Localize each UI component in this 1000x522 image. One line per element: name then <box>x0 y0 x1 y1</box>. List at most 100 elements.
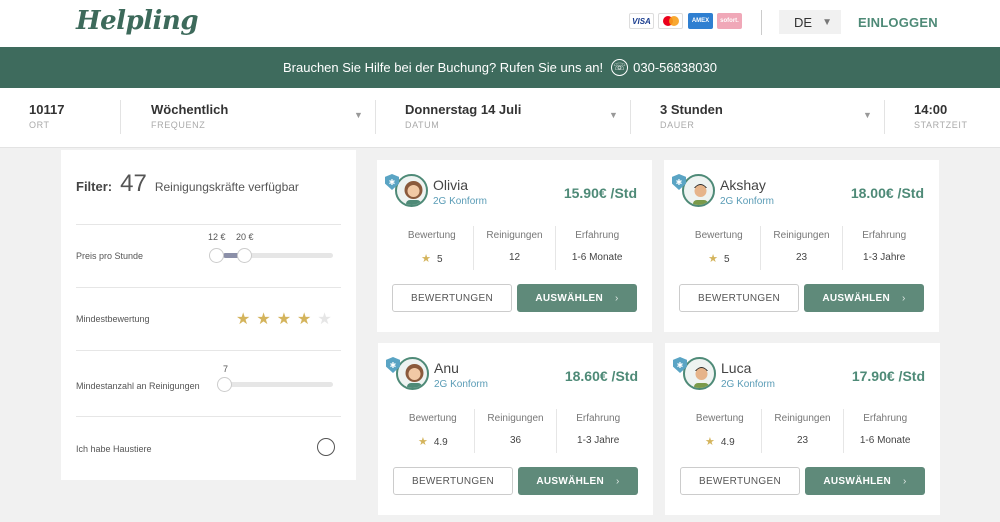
stat-value: ★ 5 <box>678 252 760 265</box>
frequenz-label: FREQUENZ <box>151 120 206 130</box>
chevron-down-icon: ▼ <box>354 110 363 120</box>
stat-label: Bewertung <box>407 230 456 241</box>
cleanings-value: 23 <box>796 435 809 446</box>
stat-value: ★ 5 <box>391 252 473 265</box>
stat-label: Erfahrung <box>862 230 907 241</box>
cleaner-name[interactable]: Luca <box>721 360 751 376</box>
stat-experience: Erfahrung 1-6 Monate <box>555 226 638 270</box>
conformity-badge: 2G Konform <box>720 196 774 207</box>
startzeit-field[interactable]: 14:00 STARTZEIT <box>914 88 994 148</box>
cleaner-name[interactable]: Olivia <box>433 177 468 193</box>
cleaner-name[interactable]: Anu <box>434 360 459 376</box>
helpling-logo[interactable]: Helpling <box>76 6 199 36</box>
stat-rating: Bewertung ★ 4.9 <box>392 409 474 453</box>
hourly-price: 18.60€ /Std <box>564 368 638 384</box>
filter-title: Filter: <box>76 179 113 194</box>
cleaner-stats: Bewertung ★ 4.9 Reinigungen 36 Erfahrung … <box>392 409 639 453</box>
cleaner-card: ✱ Akshay 2G Konform 18.00€ /Std Bewertun… <box>664 160 939 332</box>
dauer-value: 3 Stunden <box>660 102 723 117</box>
available-count-label: Reinigungskräfte verfügbar <box>154 180 299 194</box>
ort-value: 10117 <box>29 102 65 117</box>
help-phone-number[interactable]: 030-56838030 <box>633 60 717 75</box>
star-icon: ★ <box>421 253 431 265</box>
stat-label: Reinigungen <box>773 230 830 241</box>
chevron-right-icon: › <box>902 292 906 304</box>
cleaner-name[interactable]: Akshay <box>720 177 766 193</box>
rating-value: 5 <box>723 254 730 265</box>
dauer-label: DAUER <box>660 120 695 130</box>
avatar <box>682 174 715 207</box>
star-icon[interactable]: ★ <box>317 312 331 328</box>
chevron-down-icon: ▼ <box>609 110 618 120</box>
field-divider <box>630 100 631 134</box>
datum-field[interactable]: Donnerstag 14 Juli DATUM ▼ <box>405 88 620 148</box>
chevron-right-icon: › <box>616 475 620 487</box>
field-divider <box>884 100 885 134</box>
stat-label: Erfahrung <box>576 413 621 424</box>
ort-field[interactable]: 10117 ORT <box>29 88 119 148</box>
stat-rating: Bewertung ★ 5 <box>391 226 473 270</box>
reviews-button[interactable]: BEWERTUNGEN <box>680 467 800 495</box>
sofort-icon: sofort. <box>717 13 742 29</box>
cleaner-card: ✱ Anu 2G Konform 18.60€ /Std Bewertung ★… <box>378 343 653 515</box>
language-select[interactable]: DE ▼ <box>779 10 841 34</box>
rating-value: 4.9 <box>433 437 448 448</box>
reviews-button[interactable]: BEWERTUNGEN <box>393 467 513 495</box>
chevron-down-icon: ▼ <box>822 16 832 28</box>
stat-rating: Bewertung ★ 5 <box>678 226 760 270</box>
rating-value: 4.9 <box>720 437 735 448</box>
rating-stars[interactable]: ★ ★ ★ ★ ★ <box>236 312 338 328</box>
conformity-badge: 2G Konform <box>721 379 775 390</box>
price-max-handle[interactable] <box>237 248 252 263</box>
top-bar: Helpling VISA AMEX sofort. DE ▼ EINLOGGE… <box>0 0 1000 47</box>
stat-experience: Erfahrung 1-3 Jahre <box>842 226 925 270</box>
datum-label: DATUM <box>405 120 440 130</box>
cleanings-slider-handle[interactable] <box>217 377 232 392</box>
stat-label: Bewertung <box>695 413 744 424</box>
frequenz-field[interactable]: Wöchentlich FREQUENZ ▼ <box>151 88 366 148</box>
filter-divider <box>76 416 341 417</box>
cleanings-filter-label: Mindestanzahl an Reinigungen <box>76 381 200 391</box>
stat-value: ★ 4.9 <box>679 435 761 448</box>
select-button-label: AUSWÄHLEN <box>535 292 604 304</box>
select-button[interactable]: AUSWÄHLEN › <box>805 467 925 495</box>
avatar <box>683 357 716 390</box>
stat-label: Reinigungen <box>486 230 543 241</box>
cleanings-value: 23 <box>795 252 808 263</box>
select-button[interactable]: AUSWÄHLEN › <box>517 284 637 312</box>
select-button[interactable]: AUSWÄHLEN › <box>804 284 924 312</box>
star-icon: ★ <box>417 436 428 448</box>
cleanings-slider-track[interactable] <box>223 382 333 387</box>
star-icon[interactable]: ★ <box>256 312 270 328</box>
stat-label: Bewertung <box>694 230 743 241</box>
stat-cleanings: Reinigungen 23 <box>760 409 844 453</box>
experience-value: 1-3 Jahre <box>863 252 906 263</box>
chevron-right-icon: › <box>903 475 907 487</box>
star-icon: ★ <box>708 253 718 265</box>
dauer-field[interactable]: 3 Stunden DAUER ▼ <box>660 88 875 148</box>
price-min-handle[interactable] <box>209 248 224 263</box>
filter-header: Filter: 47 Reinigungskräfte verfügbar <box>76 170 299 198</box>
cleaner-stats: Bewertung ★ 5 Reinigungen 12 Erfahrung 1-… <box>391 226 638 270</box>
reviews-button[interactable]: BEWERTUNGEN <box>392 284 512 312</box>
login-link[interactable]: EINLOGGEN <box>858 15 938 30</box>
star-icon[interactable]: ★ <box>277 312 291 328</box>
stat-label: Erfahrung <box>575 230 620 241</box>
price-max-label: 20 € <box>236 232 254 242</box>
pets-checkbox[interactable] <box>317 438 335 456</box>
select-button[interactable]: AUSWÄHLEN › <box>518 467 638 495</box>
reviews-button[interactable]: BEWERTUNGEN <box>679 284 799 312</box>
header-divider <box>761 10 762 35</box>
cleaner-card: ✱ Luca 2G Konform 17.90€ /Std Bewertung … <box>665 343 940 515</box>
star-icon[interactable]: ★ <box>297 312 311 328</box>
ort-label: ORT <box>29 120 50 130</box>
visa-icon: VISA <box>629 13 654 29</box>
select-button-label: AUSWÄHLEN <box>822 292 891 304</box>
star-icon[interactable]: ★ <box>236 312 250 328</box>
help-banner: Brauchen Sie Hilfe bei der Buchung? Rufe… <box>0 47 1000 88</box>
price-min-label: 12 € <box>208 232 226 242</box>
select-button-label: AUSWÄHLEN <box>536 475 605 487</box>
field-divider <box>375 100 376 134</box>
stat-cleanings: Reinigungen 23 <box>759 226 843 270</box>
filter-panel: Filter: 47 Reinigungskräfte verfügbar Pr… <box>61 150 356 480</box>
